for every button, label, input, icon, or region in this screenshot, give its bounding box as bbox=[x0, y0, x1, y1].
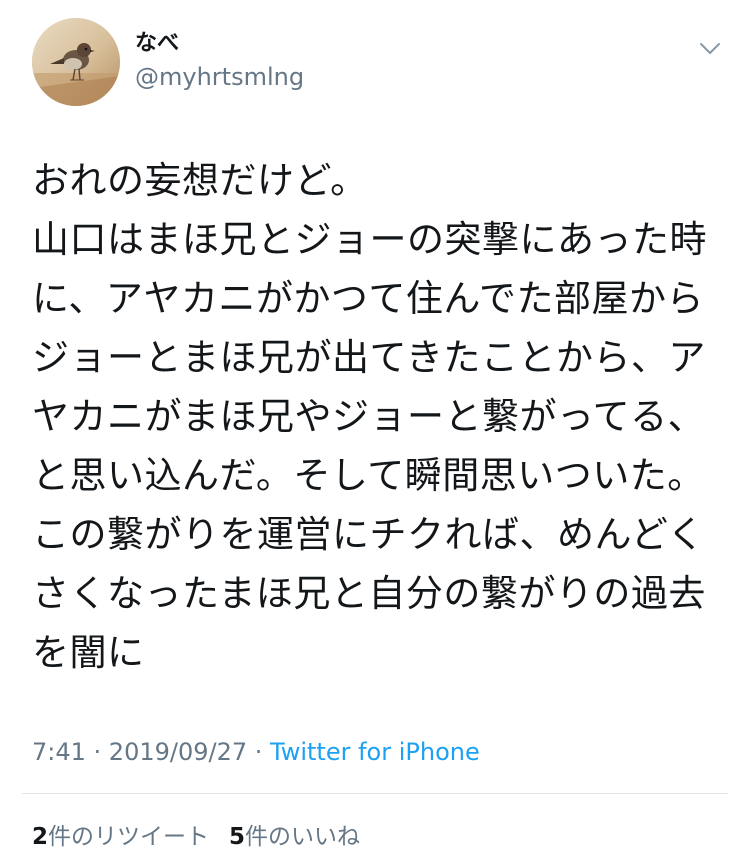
tweet-text: おれの妄想だけど。 山口はまほ兄とジョーの突撃にあった時に、アヤカニがかつて住ん… bbox=[32, 159, 707, 674]
user-handle[interactable]: @myhrtsmlng bbox=[135, 60, 304, 94]
tweet-meta: 7:41 · 2019/09/27 · Twitter for iPhone bbox=[32, 735, 480, 769]
likes-stat[interactable]: 5件のいいね bbox=[229, 820, 360, 854]
sparrow-avatar-icon bbox=[32, 18, 120, 106]
tweet-date[interactable]: 2019/09/27 bbox=[109, 738, 247, 766]
user-names: なべ @myhrtsmlng bbox=[135, 30, 304, 94]
chevron-down-icon[interactable] bbox=[698, 36, 722, 60]
display-name[interactable]: なべ bbox=[135, 30, 304, 58]
tweet-detail: なべ @myhrtsmlng おれの妄想だけど。 山口はまほ兄とジョーの突撃にあ… bbox=[0, 0, 750, 867]
meta-separator: · bbox=[247, 738, 271, 766]
likes-count: 5 bbox=[229, 824, 246, 850]
tweet-stats: 2件のリツイート 5件のいいね bbox=[32, 820, 360, 854]
tweet-time[interactable]: 7:41 bbox=[32, 738, 86, 766]
retweets-count: 2 bbox=[32, 824, 49, 850]
meta-separator: · bbox=[85, 738, 109, 766]
tweet-source-link[interactable]: Twitter for iPhone bbox=[270, 738, 480, 766]
retweets-label: 件のリツイート bbox=[48, 824, 210, 850]
likes-label: 件のいいね bbox=[245, 824, 361, 850]
tweet-header: なべ @myhrtsmlng bbox=[32, 18, 722, 108]
retweets-stat[interactable]: 2件のリツイート bbox=[32, 820, 209, 854]
divider bbox=[22, 793, 728, 794]
avatar[interactable] bbox=[32, 18, 120, 106]
